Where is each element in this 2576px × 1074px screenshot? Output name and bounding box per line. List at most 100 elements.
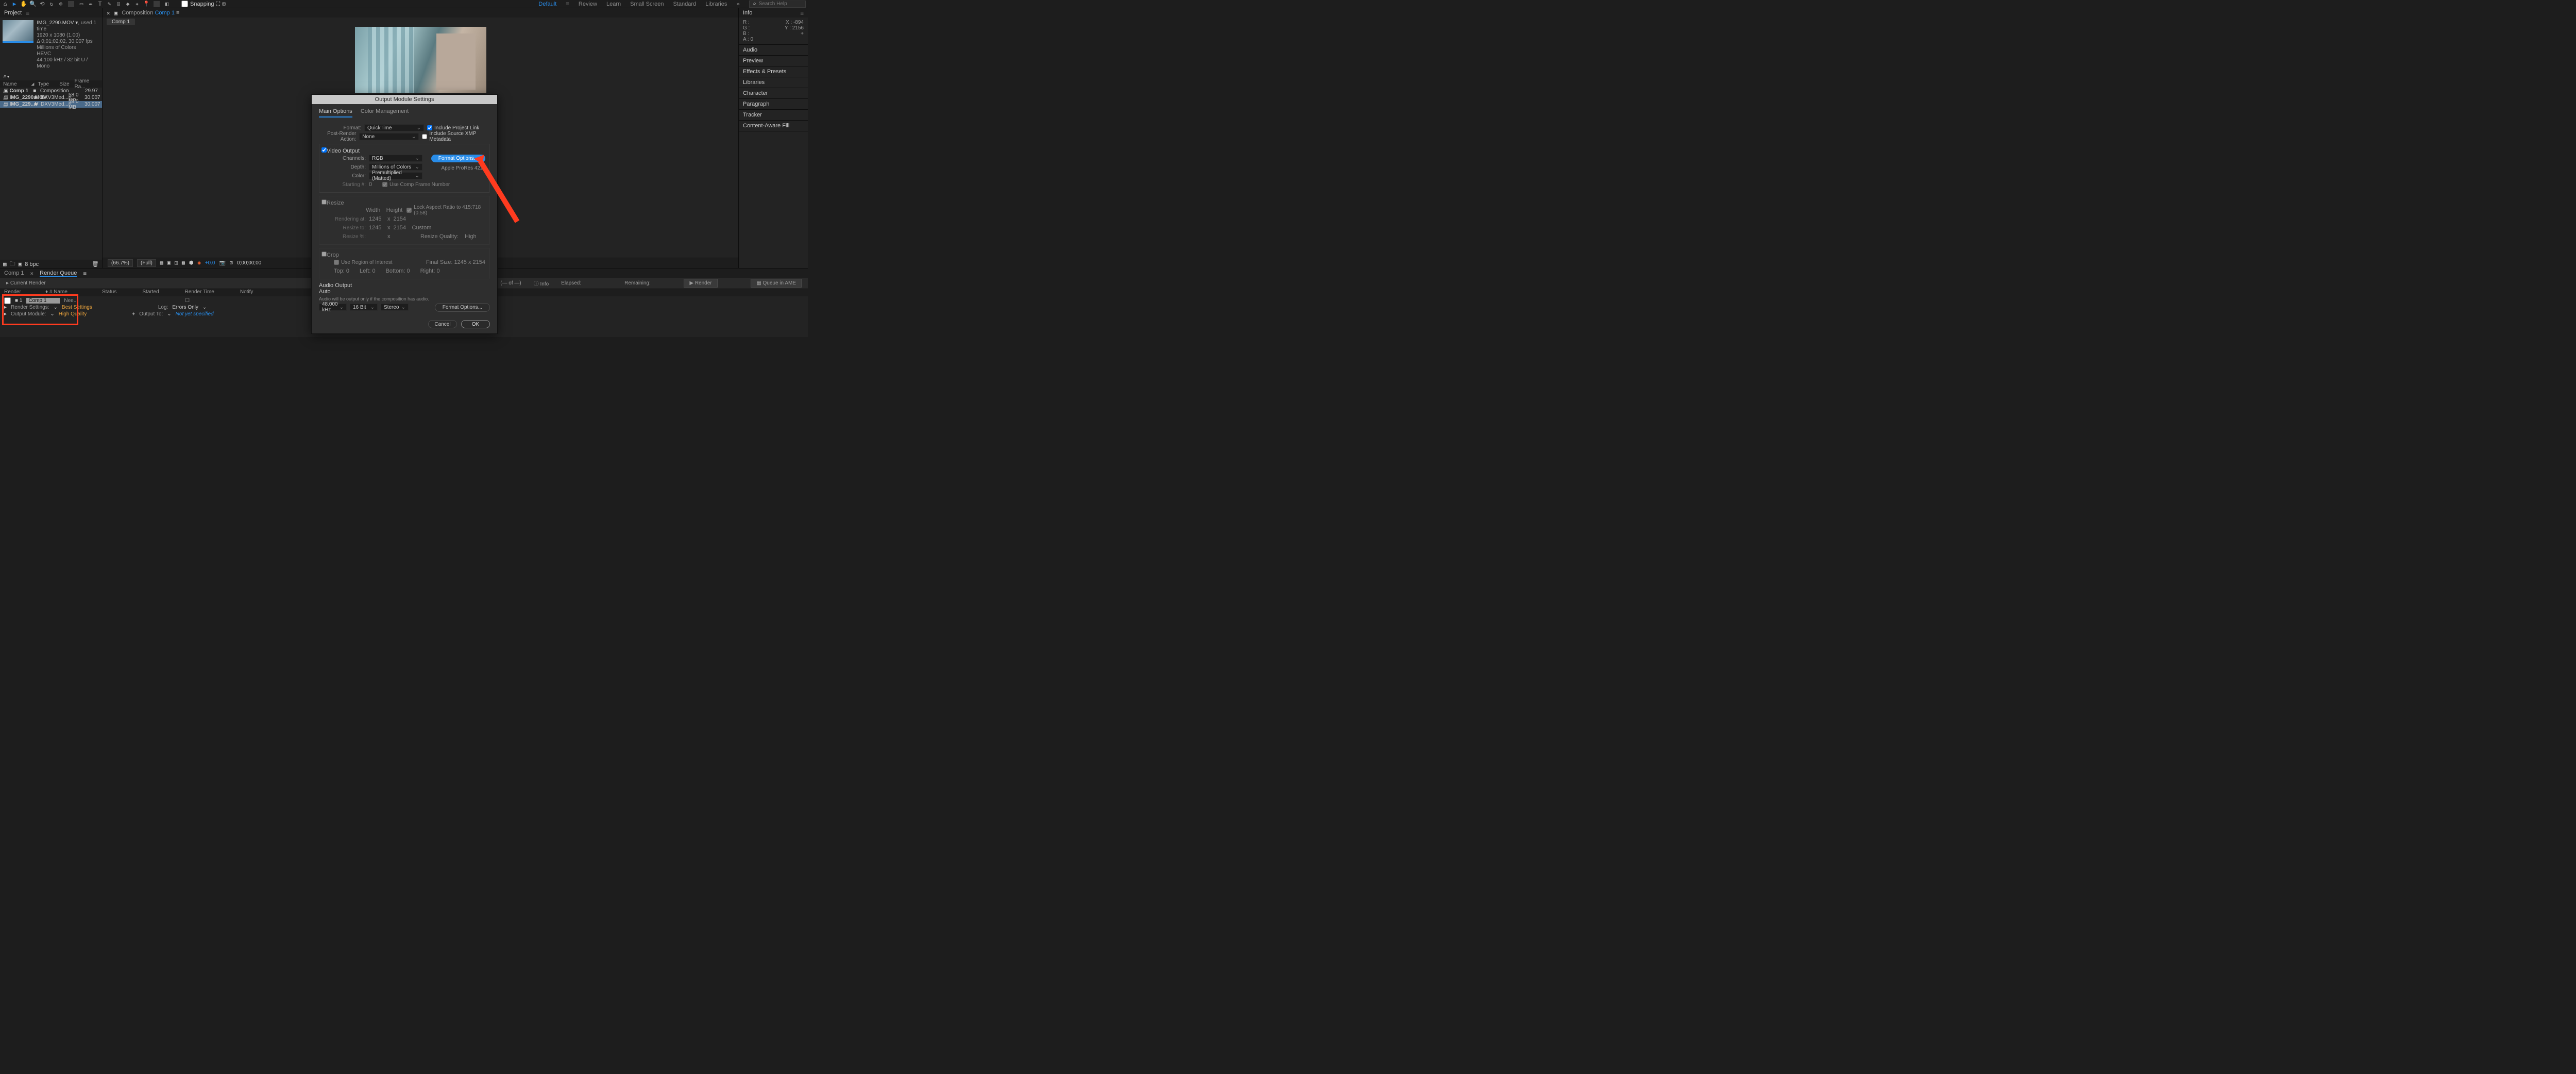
current-render-expand[interactable]: ▸ Current Render (6, 280, 46, 286)
tab-color-management[interactable]: Color Management (361, 108, 409, 118)
output-module-link[interactable]: High Quality (59, 311, 87, 317)
audio-output-dropdown[interactable]: Audio Output Auto (319, 282, 361, 295)
include-xmp[interactable]: Include Source XMP Metadata (422, 131, 490, 142)
tab-close-icon[interactable]: × (30, 270, 34, 277)
channels-audio-dropdown[interactable]: Stereo (381, 304, 409, 311)
accordion-paragraph[interactable]: Paragraph (739, 99, 808, 110)
col-size[interactable]: Size (59, 81, 72, 87)
accordion-preview[interactable]: Preview (739, 56, 808, 66)
accordion-caf[interactable]: Content-Aware Fill (739, 121, 808, 131)
col-type[interactable]: Type (38, 81, 57, 87)
ok-button[interactable]: OK (461, 320, 490, 328)
camera-tool-icon[interactable]: ⊕ (58, 1, 64, 7)
brush-tool-icon[interactable]: ✎ (106, 1, 112, 7)
workspace-menu-icon[interactable]: ≡ (566, 1, 569, 7)
rotate-tool-icon[interactable]: ↻ (48, 1, 55, 7)
workspace-libraries[interactable]: Libraries (705, 1, 727, 7)
depth-dropdown[interactable]: Millions of Colors (369, 163, 422, 171)
puppet-tool-icon[interactable]: 📍 (143, 1, 149, 7)
3d-icon[interactable]: ⬢ (189, 260, 194, 266)
snapshot-icon[interactable]: 📷 (219, 260, 225, 266)
output-to-link[interactable]: Not yet specified (176, 311, 214, 317)
crop-toggle[interactable]: Crop (321, 252, 339, 258)
zoom-tool-icon[interactable]: 🔍 (30, 1, 36, 7)
text-tool-icon[interactable]: T (97, 1, 103, 7)
folder-icon[interactable]: 🗀 (10, 259, 15, 269)
help-search[interactable]: ⌕ (749, 1, 806, 8)
render-info[interactable]: ⓘ Info (534, 279, 549, 287)
hand-tool-icon[interactable]: ✋ (21, 1, 27, 7)
color-mgmt-icon[interactable]: ◉ (198, 260, 201, 266)
video-output-toggle[interactable]: Video Output (321, 148, 360, 154)
render-checkbox[interactable] (4, 297, 11, 304)
transparency-icon[interactable]: ▩ (182, 260, 185, 266)
accordion-tracker[interactable]: Tracker (739, 110, 808, 121)
show-snapshot-icon[interactable]: ⊡ (230, 260, 233, 266)
selection-tool-icon[interactable]: ▶ (11, 1, 18, 7)
color-dropdown[interactable]: Premultiplied (Matted) (369, 172, 422, 179)
include-project-link[interactable]: Include Project Link (427, 125, 479, 131)
eraser-tool-icon[interactable]: ◆ (125, 1, 131, 7)
tab-render-queue[interactable]: Render Queue (40, 270, 77, 277)
snap-opt-icon[interactable]: ⛶ (216, 1, 221, 8)
new-comp-icon[interactable]: ▣ (19, 261, 22, 267)
trash-icon[interactable]: 🗑 (92, 261, 99, 267)
format-options-button[interactable]: Format Options... (431, 155, 485, 162)
project-row-footage2[interactable]: ▤IMG_229...V ■ DXV3Med...rt 58.0 MB 30.0… (0, 101, 102, 108)
pen-tool-icon[interactable]: ✒ (88, 1, 94, 7)
footage-thumbnail[interactable] (3, 20, 33, 43)
region-icon[interactable]: ◫ (175, 260, 178, 266)
accordion-effects[interactable]: Effects & Presets (739, 66, 808, 77)
breadcrumb-item[interactable]: Comp 1 (107, 19, 135, 25)
timecode[interactable]: 0;00;00;00 (237, 260, 261, 266)
panel-menu-icon[interactable]: ≡ (83, 270, 87, 277)
workspace-default[interactable]: Default (538, 1, 556, 7)
audio-format-options-button[interactable]: Format Options... (435, 303, 490, 312)
project-row-comp[interactable]: ▣Comp 1 ■ Composition 29.97 (0, 88, 102, 94)
resize-toggle[interactable]: Resize (321, 200, 344, 206)
queue-ame-button[interactable]: ▦ Queue in AME (751, 279, 802, 288)
tab-main-options[interactable]: Main Options (319, 108, 352, 118)
sample-rate-dropdown[interactable]: 48.000 kHz (319, 304, 347, 311)
render-settings-link[interactable]: Best Settings (62, 305, 92, 310)
orbit-tool-icon[interactable]: ⟲ (39, 1, 45, 7)
queue-comp-name[interactable]: Comp 1 (26, 298, 60, 304)
rectangle-tool-icon[interactable]: ▭ (78, 1, 84, 7)
clone-tool-icon[interactable]: ⊡ (115, 1, 122, 7)
accordion-audio[interactable]: Audio (739, 45, 808, 56)
mask-icon[interactable]: ▣ (167, 260, 171, 266)
accordion-libraries[interactable]: Libraries (739, 77, 808, 88)
resolution-dropdown[interactable]: (Full) (137, 259, 156, 267)
workspace-small[interactable]: Small Screen (630, 1, 664, 7)
grid-icon[interactable]: ▦ (160, 260, 163, 266)
interpret-icon[interactable]: ▦ (3, 261, 7, 267)
bpc-toggle[interactable]: 8 bpc (25, 261, 39, 267)
snapping-toggle[interactable]: Snapping ⛶ ⊞ (181, 1, 226, 8)
panel-menu-icon[interactable]: ≡ (26, 10, 29, 16)
col-label-icon[interactable]: ◢ (31, 81, 36, 87)
close-tab-icon[interactable]: × (107, 10, 110, 16)
project-row-footage1[interactable]: ▤IMG_2290.MOV ■ DXV3Med...rt 58.0 MB 30.… (0, 94, 102, 101)
snap-opt2-icon[interactable]: ⊞ (222, 1, 226, 7)
render-button[interactable]: ▶ Render (684, 279, 717, 288)
info-tab[interactable]: Info (743, 10, 752, 16)
channels-dropdown[interactable]: RGB (369, 155, 422, 162)
col-name[interactable]: Name (3, 81, 29, 87)
add-output-icon[interactable]: + (132, 311, 135, 317)
cancel-button[interactable]: Cancel (428, 320, 457, 328)
comp-tab[interactable]: Composition Comp 1 ≡ (122, 10, 179, 16)
swatch-icon[interactable]: ◧ (164, 1, 170, 7)
workspace-overflow-icon[interactable]: » (736, 1, 740, 7)
help-search-input[interactable] (759, 1, 800, 7)
home-icon[interactable]: ⌂ (2, 1, 8, 7)
log-dropdown[interactable]: Errors Only (172, 305, 198, 310)
post-render-dropdown[interactable]: None (359, 133, 419, 140)
workspace-review[interactable]: Review (579, 1, 597, 7)
panel-menu-icon[interactable]: ≡ (800, 10, 804, 16)
format-dropdown[interactable]: QuickTime (364, 124, 424, 131)
roto-tool-icon[interactable]: ✦ (134, 1, 140, 7)
tab-comp1[interactable]: Comp 1 (4, 270, 24, 276)
accordion-character[interactable]: Character (739, 88, 808, 99)
exposure-value[interactable]: +0.0 (205, 260, 215, 266)
zoom-dropdown[interactable]: (66.7%) (108, 259, 133, 267)
